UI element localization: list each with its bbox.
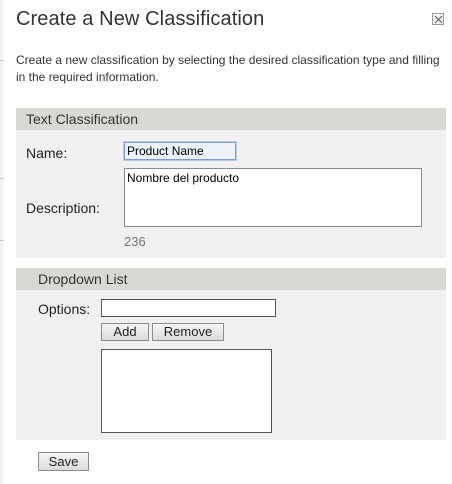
close-x-icon <box>434 15 443 24</box>
dropdown-list-header: Dropdown List <box>16 268 446 290</box>
description-textarea[interactable]: Nombre del producto <box>124 168 422 227</box>
background-divider <box>0 178 4 179</box>
character-counter: 236 <box>124 234 146 249</box>
dialog-intro-text: Create a new classification by selecting… <box>16 53 440 84</box>
description-label: Description: <box>26 200 100 216</box>
text-classification-section: Text Classification Name: Product Name D… <box>16 108 446 258</box>
remove-option-button[interactable]: Remove <box>152 323 224 341</box>
background-divider <box>0 240 4 241</box>
close-button[interactable] <box>432 13 444 25</box>
dialog-title: Create a New Classification <box>16 8 265 30</box>
create-classification-dialog: Create a New Classification Create a new… <box>0 0 452 484</box>
dropdown-list-section: Dropdown List Options: Add Remove <box>16 268 446 440</box>
save-button[interactable]: Save <box>38 452 89 471</box>
name-label: Name: <box>26 145 68 161</box>
text-classification-header: Text Classification <box>16 108 446 130</box>
background-window-edge <box>0 0 3 484</box>
background-divider <box>0 60 4 61</box>
add-option-button[interactable]: Add <box>101 323 149 341</box>
options-listbox[interactable] <box>101 349 272 433</box>
options-label: Options: <box>38 301 91 317</box>
name-field[interactable]: Product Name <box>123 141 237 161</box>
options-input[interactable] <box>101 299 276 317</box>
